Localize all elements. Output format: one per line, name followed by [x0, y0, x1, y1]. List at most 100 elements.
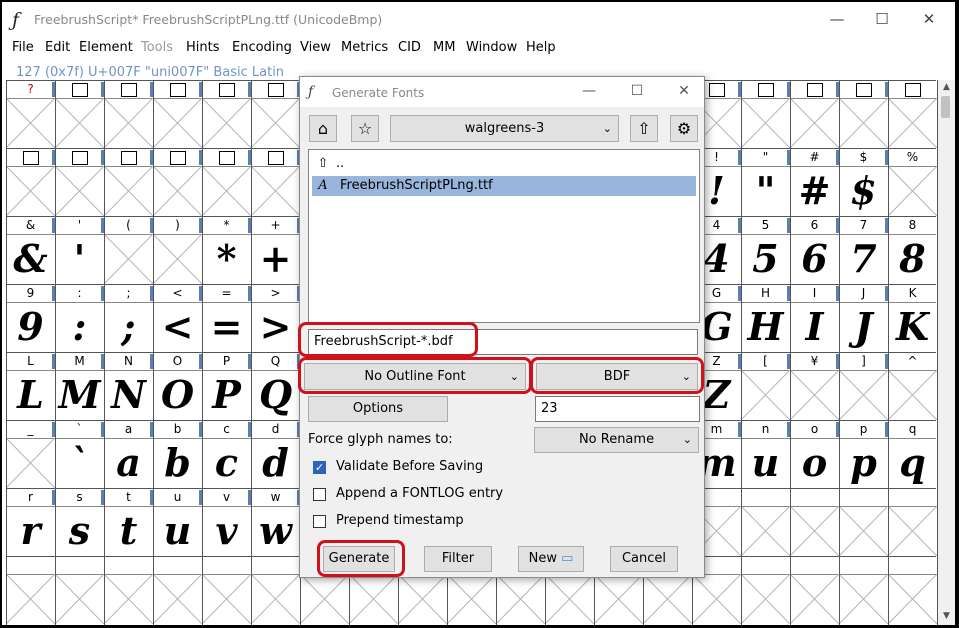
glyph-cell[interactable]: c	[202, 438, 251, 488]
close-button[interactable]: ✕	[915, 10, 943, 28]
outline-format-select[interactable]: No Outline Font ⌄	[304, 363, 526, 390]
glyph-cell[interactable]	[153, 574, 202, 624]
settings-button[interactable]: ⚙	[670, 115, 698, 142]
glyph-cell[interactable]: '	[55, 234, 104, 284]
glyph-cell[interactable]: >	[251, 302, 300, 352]
glyph-cell[interactable]	[888, 574, 937, 624]
glyph-cell[interactable]	[300, 574, 349, 624]
bitmap-format-select[interactable]: BDF ⌄	[536, 363, 698, 390]
glyph-cell-label[interactable]: +	[251, 217, 300, 234]
glyph-cell-label[interactable]: O	[153, 353, 202, 370]
dialog-minimize-button[interactable]: —	[576, 83, 602, 101]
glyph-cell-label[interactable]	[790, 489, 839, 506]
glyph-cell[interactable]	[55, 574, 104, 624]
glyph-cell-label[interactable]	[251, 149, 300, 166]
vertical-scrollbar[interactable]: ▲ ▼	[938, 80, 955, 625]
parent-dir-button[interactable]: ⇧	[630, 115, 658, 142]
fontlog-checkbox[interactable]	[313, 488, 326, 501]
glyph-cell-label[interactable]	[55, 557, 104, 574]
glyph-cell-label[interactable]: 5	[741, 217, 790, 234]
glyph-cell-label[interactable]: a	[104, 421, 153, 438]
glyph-cell[interactable]: &	[6, 234, 55, 284]
glyph-cell-label[interactable]: '	[55, 217, 104, 234]
glyph-cell[interactable]: ;	[104, 302, 153, 352]
glyph-cell-label[interactable]: <	[153, 285, 202, 302]
filter-button[interactable]: Filter	[424, 546, 492, 572]
dialog-close-button[interactable]: ✕	[671, 83, 697, 101]
filename-field[interactable]: FreebrushScript-*.bdf	[308, 329, 698, 355]
glyph-cell[interactable]	[839, 506, 888, 556]
glyph-cell[interactable]: r	[6, 506, 55, 556]
glyph-cell[interactable]: =	[202, 302, 251, 352]
glyph-cell[interactable]	[202, 574, 251, 624]
glyph-cell[interactable]: d	[251, 438, 300, 488]
glyph-cell[interactable]	[839, 370, 888, 420]
glyph-cell[interactable]: N	[104, 370, 153, 420]
parent-dir-item[interactable]: ⇧..	[312, 154, 696, 174]
glyph-cell[interactable]: P	[202, 370, 251, 420]
glyph-cell[interactable]: s	[55, 506, 104, 556]
validate-checkbox[interactable]: ✓	[313, 461, 326, 474]
glyph-cell-label[interactable]	[6, 149, 55, 166]
scroll-up-icon[interactable]: ▲	[938, 82, 955, 94]
glyph-cell-label[interactable]	[839, 81, 888, 98]
glyph-cell[interactable]: 7	[839, 234, 888, 284]
glyph-cell[interactable]: "	[741, 166, 790, 216]
glyph-cell-label[interactable]: N	[104, 353, 153, 370]
menu-mm[interactable]: MM	[433, 40, 455, 55]
glyph-cell-label[interactable]	[888, 81, 937, 98]
glyph-cell-label[interactable]: P	[202, 353, 251, 370]
glyph-cell[interactable]	[741, 506, 790, 556]
glyph-cell[interactable]: *	[202, 234, 251, 284]
glyph-cell-label[interactable]: :	[55, 285, 104, 302]
glyph-cell-label[interactable]: w	[251, 489, 300, 506]
glyph-cell[interactable]	[888, 98, 937, 148]
glyph-cell-label[interactable]	[153, 81, 202, 98]
glyph-cell-label[interactable]: =	[202, 285, 251, 302]
glyph-cell[interactable]	[790, 370, 839, 420]
menu-window[interactable]: Window	[466, 40, 517, 55]
glyph-cell[interactable]	[741, 574, 790, 624]
glyph-cell[interactable]: $	[839, 166, 888, 216]
glyph-cell[interactable]: p	[839, 438, 888, 488]
glyph-cell-label[interactable]	[839, 557, 888, 574]
glyph-cell-label[interactable]: I	[790, 285, 839, 302]
glyph-cell-label[interactable]: o	[790, 421, 839, 438]
glyph-cell-label[interactable]	[251, 557, 300, 574]
glyph-cell[interactable]: 8	[888, 234, 937, 284]
glyph-cell-label[interactable]	[55, 81, 104, 98]
glyph-cell[interactable]	[251, 166, 300, 216]
glyph-cell-label[interactable]: J	[839, 285, 888, 302]
glyph-cell-label[interactable]	[251, 81, 300, 98]
glyph-cell-label[interactable]: >	[251, 285, 300, 302]
menu-tools[interactable]: Tools	[141, 40, 173, 55]
scroll-thumb[interactable]	[941, 96, 950, 118]
glyph-cell[interactable]: u	[153, 506, 202, 556]
glyph-cell-label[interactable]: &	[6, 217, 55, 234]
fontlog-label[interactable]: Append a FONTLOG entry	[336, 486, 503, 501]
glyph-cell[interactable]	[496, 574, 545, 624]
dialog-maximize-button[interactable]: ☐	[624, 83, 650, 101]
glyph-cell-label[interactable]	[6, 557, 55, 574]
glyph-cell[interactable]: a	[104, 438, 153, 488]
glyph-cell-label[interactable]	[790, 557, 839, 574]
menu-edit[interactable]: Edit	[45, 40, 70, 55]
glyph-cell[interactable]	[202, 166, 251, 216]
glyph-cell[interactable]	[594, 574, 643, 624]
glyph-cell-label[interactable]: K	[888, 285, 937, 302]
glyph-cell-label[interactable]: b	[153, 421, 202, 438]
timestamp-label[interactable]: Prepend timestamp	[336, 513, 464, 528]
glyph-cell[interactable]	[104, 234, 153, 284]
glyph-cell[interactable]	[6, 438, 55, 488]
scroll-down-icon[interactable]: ▼	[938, 611, 955, 623]
menu-element[interactable]: Element	[79, 40, 133, 55]
glyph-cell-label[interactable]: _	[6, 421, 55, 438]
glyph-cell[interactable]: :	[55, 302, 104, 352]
directory-select[interactable]: walgreens-3 ⌄	[390, 115, 619, 142]
glyph-cell[interactable]	[839, 574, 888, 624]
file-list[interactable]: ⇧.. A FreebrushScriptPLng.ttf	[308, 149, 700, 323]
glyph-cell[interactable]	[55, 98, 104, 148]
glyph-cell-label[interactable]: M	[55, 353, 104, 370]
glyph-cell[interactable]: t	[104, 506, 153, 556]
glyph-cell[interactable]: I	[790, 302, 839, 352]
